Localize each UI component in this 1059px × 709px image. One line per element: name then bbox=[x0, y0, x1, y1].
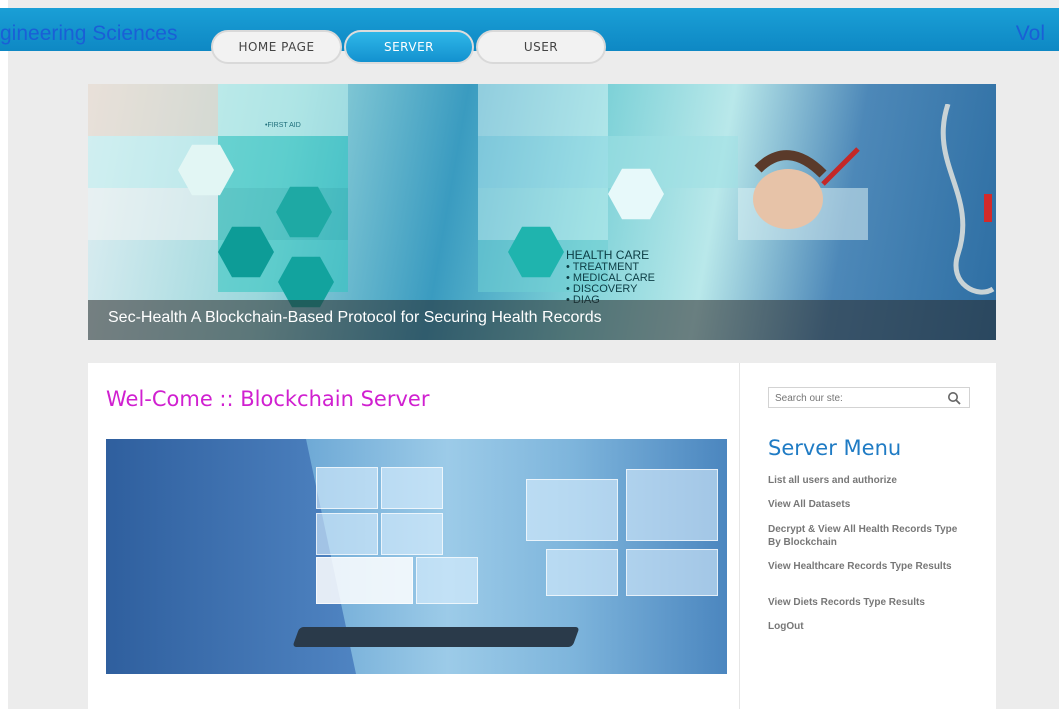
banner-caption-bar: Sec-Health A Blockchain-Based Protocol f… bbox=[88, 300, 996, 340]
first-aid-art-text: •FIRST AID bbox=[265, 122, 301, 129]
tab-home-page[interactable]: HOME PAGE bbox=[211, 30, 342, 64]
menu-item-decrypt-records[interactable]: Decrypt & View All Health Records Type B… bbox=[768, 523, 968, 549]
page-title: Wel-Come :: Blockchain Server bbox=[106, 387, 430, 411]
tab-server[interactable]: SERVER bbox=[344, 30, 474, 64]
banner-tile bbox=[88, 188, 218, 240]
content-panel: Wel-Come :: Blockchain Server Server Men… bbox=[88, 363, 996, 709]
banner-tile bbox=[88, 84, 218, 136]
search-icon[interactable] bbox=[947, 391, 961, 405]
banner-tile bbox=[218, 136, 348, 188]
menu-item-healthcare-results[interactable]: View Healthcare Records Type Results bbox=[768, 560, 968, 573]
menu-item-diets-results[interactable]: View Diets Records Type Results bbox=[768, 596, 968, 609]
menu-item-logout[interactable]: LogOut bbox=[768, 620, 968, 633]
tablet-shape bbox=[292, 627, 580, 647]
banner-caption: Sec-Health A Blockchain-Based Protocol f… bbox=[108, 309, 602, 326]
stethoscope-art-icon bbox=[940, 104, 995, 295]
menu-item-view-datasets[interactable]: View All Datasets bbox=[768, 498, 968, 511]
server-menu-title: Server Menu bbox=[768, 436, 902, 460]
health-care-art-text: HEALTH CARE • TREATMENT • MEDICAL CARE •… bbox=[566, 248, 656, 306]
left-margin bbox=[0, 0, 8, 709]
search-input[interactable] bbox=[769, 389, 945, 408]
search-box bbox=[768, 387, 970, 408]
hero-banner: HEALTH CARE • TREATMENT • MEDICAL CARE •… bbox=[88, 84, 996, 340]
doctor-tablet-image bbox=[106, 439, 727, 674]
banner-tile bbox=[478, 84, 608, 136]
patient-art-icon bbox=[753, 147, 860, 229]
tab-user[interactable]: USER bbox=[476, 30, 606, 64]
column-divider bbox=[739, 363, 740, 709]
journal-title-fragment: gineering Sciences bbox=[0, 22, 178, 45]
menu-item-list-users[interactable]: List all users and authorize bbox=[768, 474, 968, 487]
banner-tile bbox=[478, 136, 608, 188]
journal-volume-fragment: Vol bbox=[1015, 22, 1045, 45]
